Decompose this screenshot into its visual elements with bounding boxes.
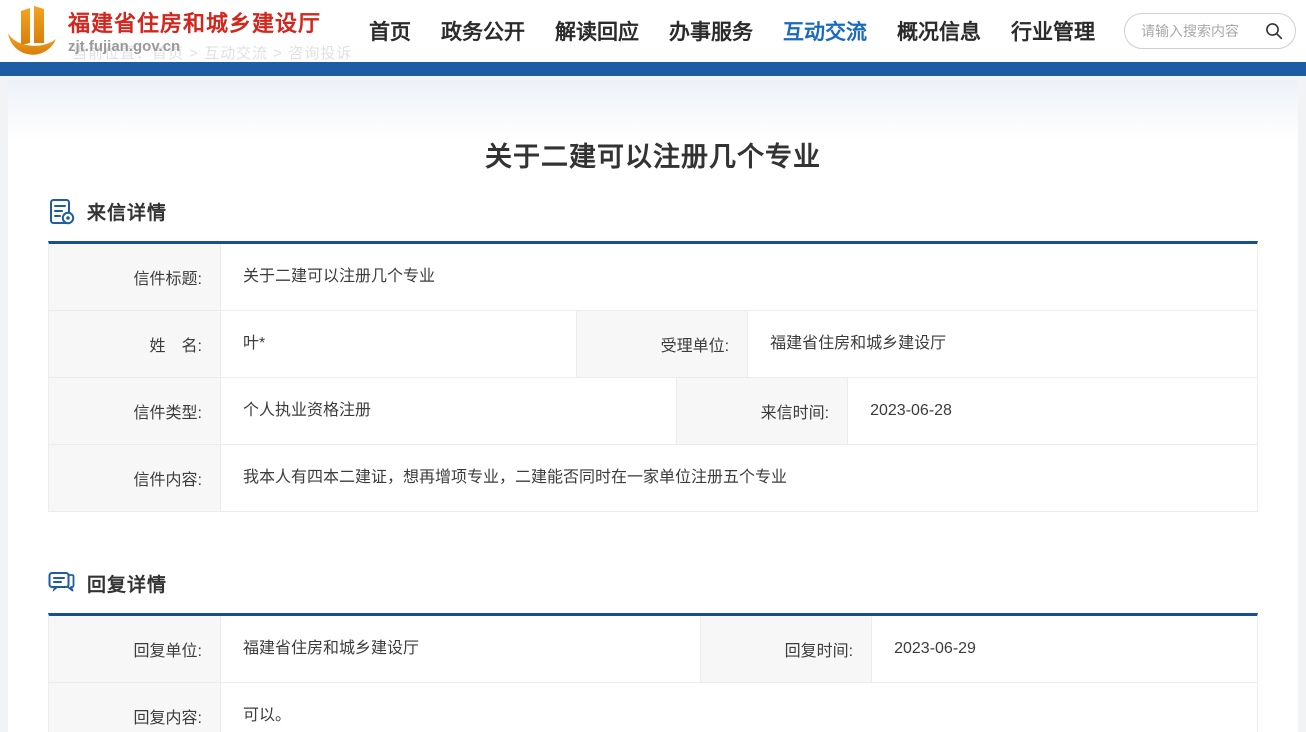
reply-unit-value: 福建省住房和城乡建设厅	[221, 616, 700, 682]
table-row: 信件类型: 个人执业资格注册 来信时间: 2023-06-28	[49, 378, 1257, 445]
table-row: 信件内容: 我本人有四本二建证，想再增项专业，二建能否同时在一家单位注册五个专业	[49, 445, 1257, 512]
letter-type-label: 信件类型:	[49, 378, 221, 444]
page-title: 关于二建可以注册几个专业	[48, 135, 1258, 174]
main-content: 关于二建可以注册几个专业 来信详情 信件标题: 关于二建可以注册几个专业 姓 名…	[8, 80, 1298, 732]
site-header: 当前位置：首页 > 互动交流 > 咨询投诉 福建省住房和城乡建设厅 zjt.fu…	[0, 0, 1306, 62]
letter-time-label: 来信时间:	[676, 378, 848, 444]
reply-time-value: 2023-06-29	[872, 616, 1257, 682]
building-logo-icon	[6, 5, 60, 57]
reply-content-value: 可以。	[221, 683, 1257, 732]
table-row: 信件标题: 关于二建可以注册几个专业	[49, 244, 1257, 311]
letter-time-value: 2023-06-28	[848, 378, 1257, 444]
letter-section-header: 来信详情	[48, 198, 1258, 225]
table-row: 回复单位: 福建省住房和城乡建设厅 回复时间: 2023-06-29	[49, 616, 1257, 683]
letter-subject-value: 关于二建可以注册几个专业	[221, 244, 1257, 310]
logo-text-block: 福建省住房和城乡建设厅 zjt.fujian.gov.cn	[68, 5, 321, 56]
reply-unit-label: 回复单位:	[49, 616, 221, 682]
search-icon[interactable]	[1265, 22, 1283, 40]
nav-item-overview[interactable]: 概况信息	[897, 16, 981, 46]
table-row: 回复内容: 可以。	[49, 683, 1257, 732]
main-navigation: 首页 政务公开 解读回应 办事服务 互动交流 概况信息 行业管理	[369, 16, 1095, 46]
letter-detail-table: 信件标题: 关于二建可以注册几个专业 姓 名: 叶* 受理单位: 福建省住房和城…	[48, 241, 1258, 512]
search-input[interactable]	[1141, 23, 1265, 39]
letter-content-value: 我本人有四本二建证，想再增项专业，二建能否同时在一家单位注册五个专业	[221, 445, 1257, 511]
site-name: 福建省住房和城乡建设厅	[68, 11, 321, 36]
reply-detail-table: 回复单位: 福建省住房和城乡建设厅 回复时间: 2023-06-29 回复内容:…	[48, 613, 1258, 732]
search-box[interactable]	[1124, 13, 1296, 49]
reply-section-title: 回复详情	[87, 570, 167, 597]
reply-chat-icon	[48, 570, 75, 597]
nav-item-home[interactable]: 首页	[369, 16, 411, 46]
letter-name-value: 叶*	[221, 311, 576, 377]
nav-item-interaction[interactable]: 互动交流	[783, 16, 867, 46]
accent-bar	[0, 62, 1306, 76]
reply-time-label: 回复时间:	[700, 616, 872, 682]
reply-content-label: 回复内容:	[49, 683, 221, 732]
letter-unit-label: 受理单位:	[576, 311, 748, 377]
site-url: zjt.fujian.gov.cn	[68, 38, 321, 55]
letter-type-value: 个人执业资格注册	[221, 378, 676, 444]
reply-section-header: 回复详情	[48, 570, 1258, 597]
letter-section-title: 来信详情	[87, 198, 167, 225]
letter-unit-value: 福建省住房和城乡建设厅	[748, 311, 1257, 377]
nav-item-gov-info[interactable]: 政务公开	[441, 16, 525, 46]
table-row: 姓 名: 叶* 受理单位: 福建省住房和城乡建设厅	[49, 311, 1257, 378]
letter-document-icon	[48, 198, 75, 225]
nav-item-services[interactable]: 办事服务	[669, 16, 753, 46]
site-logo[interactable]: 福建省住房和城乡建设厅 zjt.fujian.gov.cn	[6, 5, 321, 57]
letter-content-label: 信件内容:	[49, 445, 221, 511]
nav-item-industry[interactable]: 行业管理	[1011, 16, 1095, 46]
nav-item-interpretation[interactable]: 解读回应	[555, 16, 639, 46]
letter-name-label: 姓 名:	[49, 311, 221, 377]
letter-subject-label: 信件标题:	[49, 244, 221, 310]
